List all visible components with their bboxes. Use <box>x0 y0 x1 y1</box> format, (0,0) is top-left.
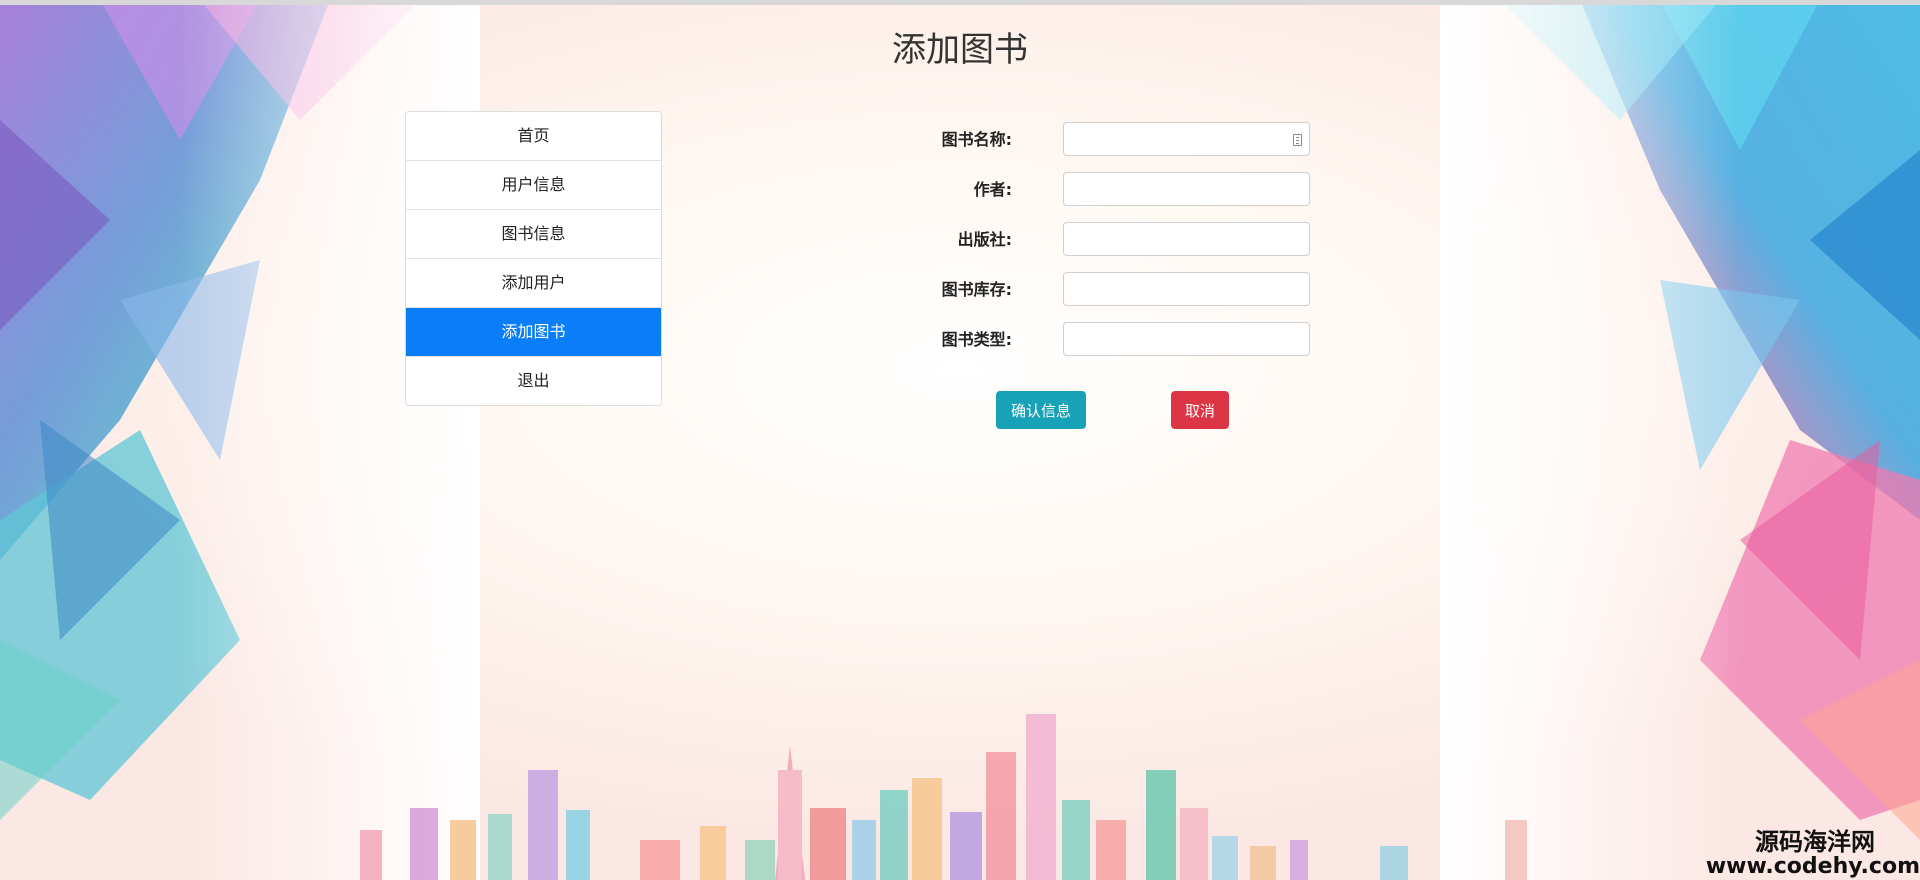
book-type-label: 图书类型: <box>941 330 1012 349</box>
watermark-url: www.codehy.com <box>1705 853 1920 879</box>
author-row: 作者: <box>900 170 1340 220</box>
add-book-form: 图书名称: 作者: 出版社: 图书库存: 图书类型: <box>900 120 1340 370</box>
watermark-name: 源码海洋网 <box>1755 827 1875 856</box>
sidebar-item-user-info[interactable]: 用户信息 <box>406 161 661 210</box>
page-title: 添加图书 <box>892 30 1028 70</box>
publisher-label: 出版社: <box>957 230 1012 249</box>
stock-input[interactable] <box>1063 272 1310 306</box>
stock-row: 图书库存: <box>900 270 1340 320</box>
top-border <box>0 0 1920 5</box>
author-input[interactable] <box>1063 172 1310 206</box>
publisher-input[interactable] <box>1063 222 1310 256</box>
sidebar-item-book-info[interactable]: 图书信息 <box>406 210 661 259</box>
author-label: 作者: <box>973 180 1012 199</box>
watermark: 源码海洋网 www.codehy.com <box>1700 827 1920 879</box>
autofill-card-icon[interactable] <box>1293 134 1302 146</box>
page: 添加图书 首页 用户信息 图书信息 添加用户 添加图书 退出 图书名称: 作者:… <box>0 0 1920 880</box>
stock-label: 图书库存: <box>941 280 1012 299</box>
book-name-label: 图书名称: <box>941 130 1012 149</box>
form-actions: 确认信息 取消 <box>996 391 1296 431</box>
confirm-button[interactable]: 确认信息 <box>996 391 1086 429</box>
book-type-row: 图书类型: <box>900 320 1340 370</box>
sidebar-item-logout[interactable]: 退出 <box>406 357 661 405</box>
sidebar-menu: 首页 用户信息 图书信息 添加用户 添加图书 退出 <box>405 111 662 406</box>
cancel-button[interactable]: 取消 <box>1171 391 1229 429</box>
publisher-row: 出版社: <box>900 220 1340 270</box>
book-name-input[interactable] <box>1063 122 1310 156</box>
sidebar-item-add-book[interactable]: 添加图书 <box>406 308 661 357</box>
sidebar-item-home[interactable]: 首页 <box>406 112 661 161</box>
sidebar-item-add-user[interactable]: 添加用户 <box>406 259 661 308</box>
book-name-row: 图书名称: <box>900 120 1340 170</box>
book-type-input[interactable] <box>1063 322 1310 356</box>
